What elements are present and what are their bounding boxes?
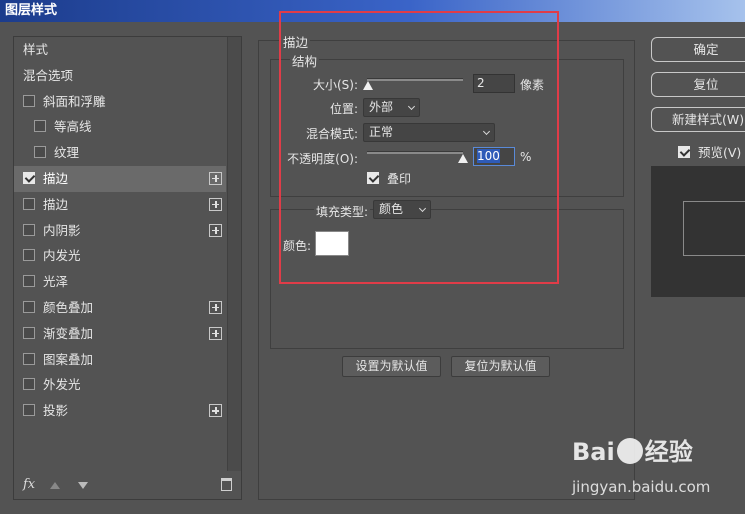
style-list-item[interactable]: 光泽 [14, 269, 226, 295]
checkbox-icon[interactable] [34, 146, 46, 159]
preview-shape [683, 201, 745, 256]
style-list-item-label: 描边 [43, 170, 69, 186]
checkbox-icon[interactable] [23, 94, 35, 107]
style-list-item-label: 渐变叠加 [43, 325, 94, 341]
reset-button[interactable]: 复位 [651, 72, 745, 97]
move-down-icon[interactable] [78, 482, 88, 489]
style-list-item[interactable]: 内阴影 [14, 218, 226, 244]
style-list-item[interactable]: 描边 [14, 192, 226, 218]
style-list-item[interactable]: 等高线 [14, 114, 226, 140]
style-list-item-label: 投影 [43, 403, 69, 419]
new-style-button[interactable]: 新建样式(W)... [651, 107, 745, 132]
watermark-brand-cn: 经验 [644, 438, 693, 466]
checkbox-icon[interactable] [34, 120, 46, 133]
style-list-item[interactable]: 投影 [14, 398, 226, 424]
annotation-highlight-box [279, 11, 559, 284]
watermark-url: jingyan.baidu.com [572, 478, 711, 496]
trash-icon[interactable] [221, 478, 232, 491]
checkbox-icon[interactable] [23, 300, 35, 313]
ok-button[interactable]: 确定 [651, 37, 745, 62]
add-icon[interactable] [209, 404, 222, 418]
checkbox-icon[interactable] [23, 249, 35, 262]
fx-button[interactable]: fx [23, 477, 35, 492]
checkbox-icon[interactable] [23, 275, 35, 288]
style-list-item-label: 图案叠加 [43, 351, 94, 367]
style-list-item-label: 内阴影 [43, 222, 81, 238]
style-list-item[interactable]: 斜面和浮雕 [14, 89, 226, 115]
style-list-item-label: 纹理 [54, 145, 80, 161]
style-list-item-label: 描边 [43, 196, 69, 212]
style-list-item[interactable]: 混合选项 [14, 63, 226, 89]
style-list-item-label: 颜色叠加 [43, 299, 94, 315]
preview-label: 预览(V) [698, 145, 742, 160]
style-list-item[interactable]: 描边 [14, 165, 226, 192]
style-list-item[interactable]: 颜色叠加 [14, 295, 226, 321]
add-icon[interactable] [209, 300, 222, 314]
preview-thumbnail [651, 166, 745, 297]
preview-checkbox[interactable]: 预览(V) [678, 142, 741, 161]
checkbox-icon[interactable] [23, 197, 35, 210]
style-list-item-label: 样式 [23, 42, 49, 57]
checkbox-icon[interactable] [23, 223, 35, 236]
paw-logo-icon [616, 438, 643, 464]
style-list-item[interactable]: 样式 [14, 37, 226, 63]
checkbox-icon[interactable] [23, 378, 35, 391]
checkbox-icon[interactable] [23, 352, 35, 365]
style-list-scrollbar[interactable] [227, 37, 241, 471]
style-list-item-label: 内发光 [43, 248, 81, 264]
add-icon[interactable] [209, 197, 222, 211]
add-icon[interactable] [209, 171, 222, 185]
style-list-item[interactable]: 纹理 [14, 140, 226, 166]
add-icon[interactable] [209, 223, 222, 237]
style-list: 样式 混合选项 斜面和浮雕 等高线 纹理 描边 描边 内阴影 内发光 光泽 颜色叠加 渐变叠加 图案叠加… [14, 37, 226, 424]
checkbox-checked-icon[interactable] [23, 171, 35, 184]
style-list-item[interactable]: 图案叠加 [14, 347, 226, 373]
style-list-panel: 样式 混合选项 斜面和浮雕 等高线 纹理 描边 描边 内阴影 内发光 光泽 颜色叠加 渐变叠加 图案叠加… [13, 36, 242, 500]
checkbox-icon[interactable] [23, 326, 35, 339]
style-list-item[interactable]: 渐变叠加 [14, 321, 226, 347]
add-icon[interactable] [209, 326, 222, 340]
watermark-brand: Bai [572, 438, 615, 466]
style-list-footer: fx [14, 473, 241, 499]
move-up-icon[interactable] [50, 482, 60, 489]
set-default-button[interactable]: 设置为默认值 [342, 356, 441, 377]
watermark: Bai 经验 jingyan.baidu.com [572, 432, 710, 496]
check-icon [678, 146, 690, 158]
reset-default-button[interactable]: 复位为默认值 [451, 356, 550, 377]
style-list-item-label: 外发光 [43, 377, 81, 393]
style-list-item-label: 等高线 [54, 119, 92, 135]
style-list-item[interactable]: 内发光 [14, 243, 226, 269]
style-list-item-label: 斜面和浮雕 [43, 93, 106, 109]
style-list-item-label: 光泽 [43, 274, 69, 290]
checkbox-icon[interactable] [23, 404, 35, 417]
style-list-item[interactable]: 外发光 [14, 372, 226, 398]
style-list-item-label: 混合选项 [23, 67, 74, 83]
